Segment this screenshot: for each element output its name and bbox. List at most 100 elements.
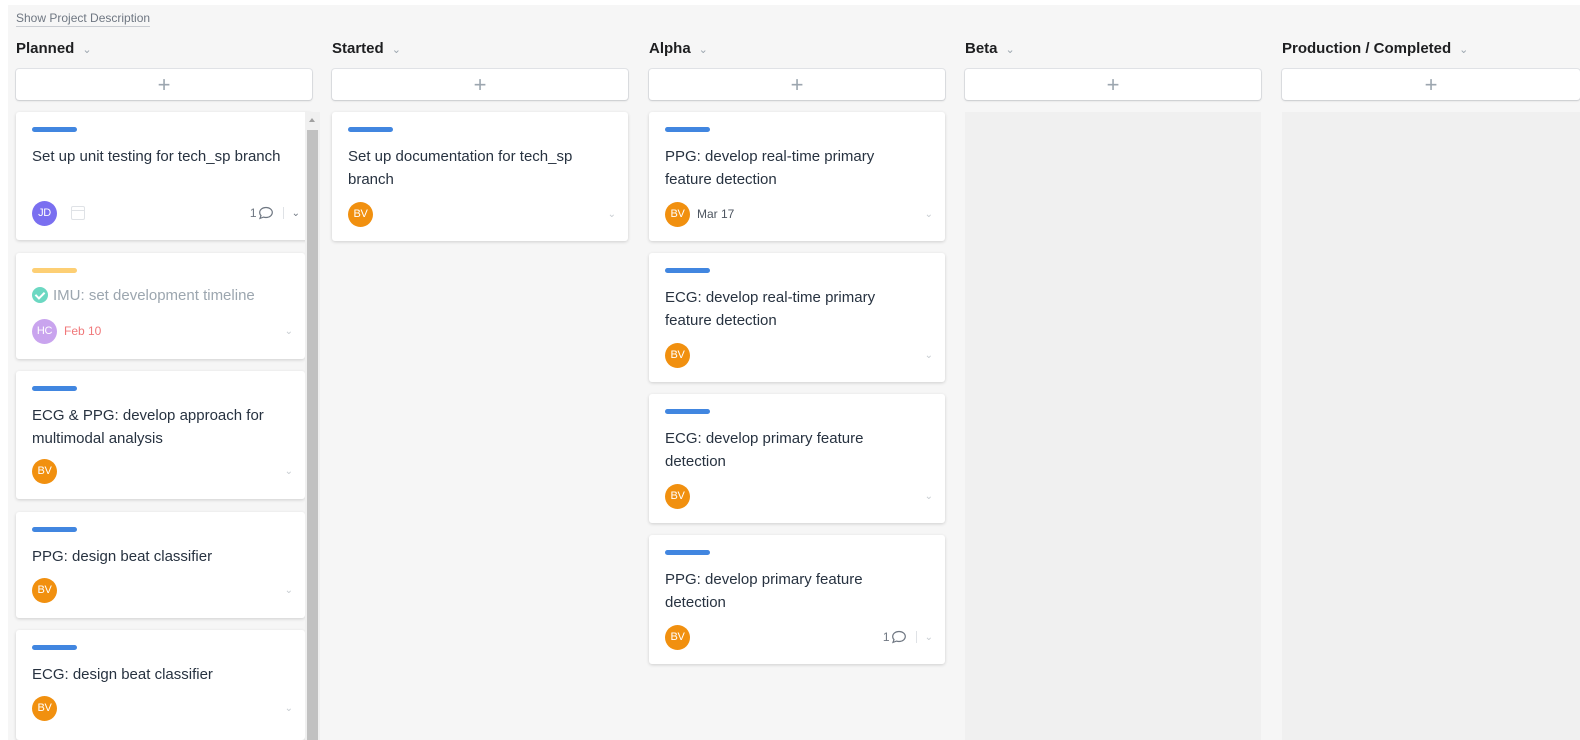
chevron-down-icon[interactable]: ⌄ [82,43,91,56]
avatar[interactable]: HC [32,318,57,344]
comment-count-value: 1 [882,630,890,644]
avatar[interactable]: BV [665,624,690,650]
chevron-down-icon[interactable]: ⌄ [392,43,401,56]
task-title: ECG: develop primary feature detection [665,430,864,470]
chevron-down-icon[interactable]: ⌄ [285,466,293,477]
chevron-down-icon[interactable]: ⌄ [925,350,933,361]
chevron-down-icon[interactable]: ⌄ [608,209,616,220]
chevron-down-icon[interactable]: ⌄ [925,209,933,220]
task-card[interactable]: ECG & PPG: develop approach for multimod… [16,371,305,499]
task-card[interactable]: ECG: design beat classifier BV ⌄ [16,630,305,740]
card-color-bar [32,645,77,650]
column-header[interactable]: Production / Completed ⌄ [1282,37,1580,59]
task-card[interactable]: ECG: develop primary feature detection B… [649,394,945,523]
add-task-button[interactable]: + [16,69,312,100]
card-footer: BV ⌄ [348,201,616,227]
chevron-down-icon[interactable]: ⌄ [925,491,933,502]
column-header[interactable]: Beta ⌄ [965,37,1261,59]
column-body: Set up unit testing for tech_sp branch J… [16,112,312,740]
card-color-bar [348,127,393,132]
avatar[interactable]: BV [665,201,690,227]
chevron-down-icon[interactable]: ⌄ [285,703,293,714]
avatar[interactable]: BV [665,342,690,368]
task-title: PPG: develop primary feature detection [665,571,863,611]
chevron-down-icon[interactable]: ⌄ [1459,43,1468,56]
card-footer: BV Mar 17 ⌄ [665,201,933,227]
chevron-down-icon[interactable]: ⌄ [699,43,708,56]
avatar[interactable]: BV [348,201,373,227]
card-footer: BV ⌄ [665,342,933,368]
plus-icon: + [1424,71,1438,97]
task-title: PPG: develop real-time primary feature d… [665,148,875,188]
add-task-button[interactable]: + [649,69,945,100]
column-body: Set up documentation for tech_sp branch … [332,112,628,740]
task-card[interactable]: IMU: set development timeline HC Feb 10 … [16,253,305,359]
column-title: Production / Completed [1282,39,1452,57]
scroll-up-arrow-icon[interactable] [309,118,315,122]
plus-icon: + [473,71,487,97]
show-project-description-link[interactable]: Show Project Description [16,11,151,27]
due-date[interactable]: Feb 10 [64,324,101,338]
calendar-icon[interactable] [71,206,85,220]
divider [282,207,284,219]
card-color-bar [32,127,77,132]
column-alpha: Alpha ⌄ + PPG: develop real-time primary… [649,37,945,740]
task-title: ECG: develop real-time primary feature d… [665,289,876,329]
chevron-down-icon[interactable]: ⌄ [292,208,300,219]
chevron-down-icon[interactable]: ⌄ [925,632,933,643]
chevron-down-icon[interactable]: ⌄ [285,326,293,337]
task-card[interactable]: PPG: develop primary feature detection B… [649,535,945,664]
column-planned: Planned ⌄ + Set up unit testing for tech… [16,37,312,740]
column-title: Planned [16,39,75,57]
column-header[interactable]: Alpha ⌄ [649,37,945,59]
avatar[interactable]: BV [665,483,690,509]
card-color-bar [665,409,710,414]
scrollbar-thumb[interactable] [307,130,318,740]
card-footer: BV ⌄ [665,483,933,509]
column-scrollbar[interactable] [305,112,320,740]
task-title: Set up unit testing for tech_sp branch [32,148,281,165]
comment-count[interactable]: 1 [250,206,274,220]
task-card[interactable]: Set up documentation for tech_sp branch … [332,112,628,241]
card-footer: BV 1 ⌄ [665,624,933,650]
column-title: Alpha [649,39,691,57]
add-task-button[interactable]: + [1282,69,1580,100]
comment-count-value: 1 [249,206,257,220]
column-body: PPG: develop real-time primary feature d… [649,112,945,740]
avatar[interactable]: JD [32,200,57,226]
card-footer: HC Feb 10 ⌄ [32,318,293,344]
avatar[interactable]: BV [32,577,57,603]
column-header[interactable]: Started ⌄ [332,37,628,59]
avatar[interactable]: BV [32,695,57,721]
due-date[interactable]: Mar 17 [697,207,734,221]
card-color-bar [665,127,710,132]
avatar[interactable]: BV [32,458,57,484]
add-task-button[interactable]: + [965,69,1261,100]
card-color-bar [32,268,77,273]
column-started: Started ⌄ + Set up documentation for tec… [332,37,628,740]
card-color-bar [32,527,77,532]
column-body [1282,112,1580,740]
check-circle-icon[interactable] [32,287,48,303]
column-header[interactable]: Planned ⌄ [16,37,312,59]
card-footer: BV ⌄ [32,577,293,603]
task-card[interactable]: Set up unit testing for tech_sp branch J… [16,112,312,240]
plus-icon: + [157,71,171,97]
task-card[interactable]: PPG: develop real-time primary feature d… [649,112,945,241]
add-task-button[interactable]: + [332,69,628,100]
chevron-down-icon[interactable]: ⌄ [285,585,293,596]
task-title: ECG & PPG: develop approach for multimod… [32,407,264,447]
task-title: ECG: design beat classifier [32,666,213,683]
comment-bubble-icon [258,206,273,220]
task-title: IMU: set development timeline [53,287,255,304]
card-footer: BV ⌄ [32,695,293,721]
column-title: Beta [965,39,998,57]
task-card[interactable]: ECG: develop real-time primary feature d… [649,253,945,382]
task-card[interactable]: PPG: design beat classifier BV ⌄ [16,512,305,618]
column-body [965,112,1261,740]
comment-count[interactable]: 1 [883,630,907,644]
card-color-bar [665,268,710,273]
task-title: PPG: design beat classifier [32,548,213,565]
divider [915,631,917,643]
chevron-down-icon[interactable]: ⌄ [1006,43,1015,56]
